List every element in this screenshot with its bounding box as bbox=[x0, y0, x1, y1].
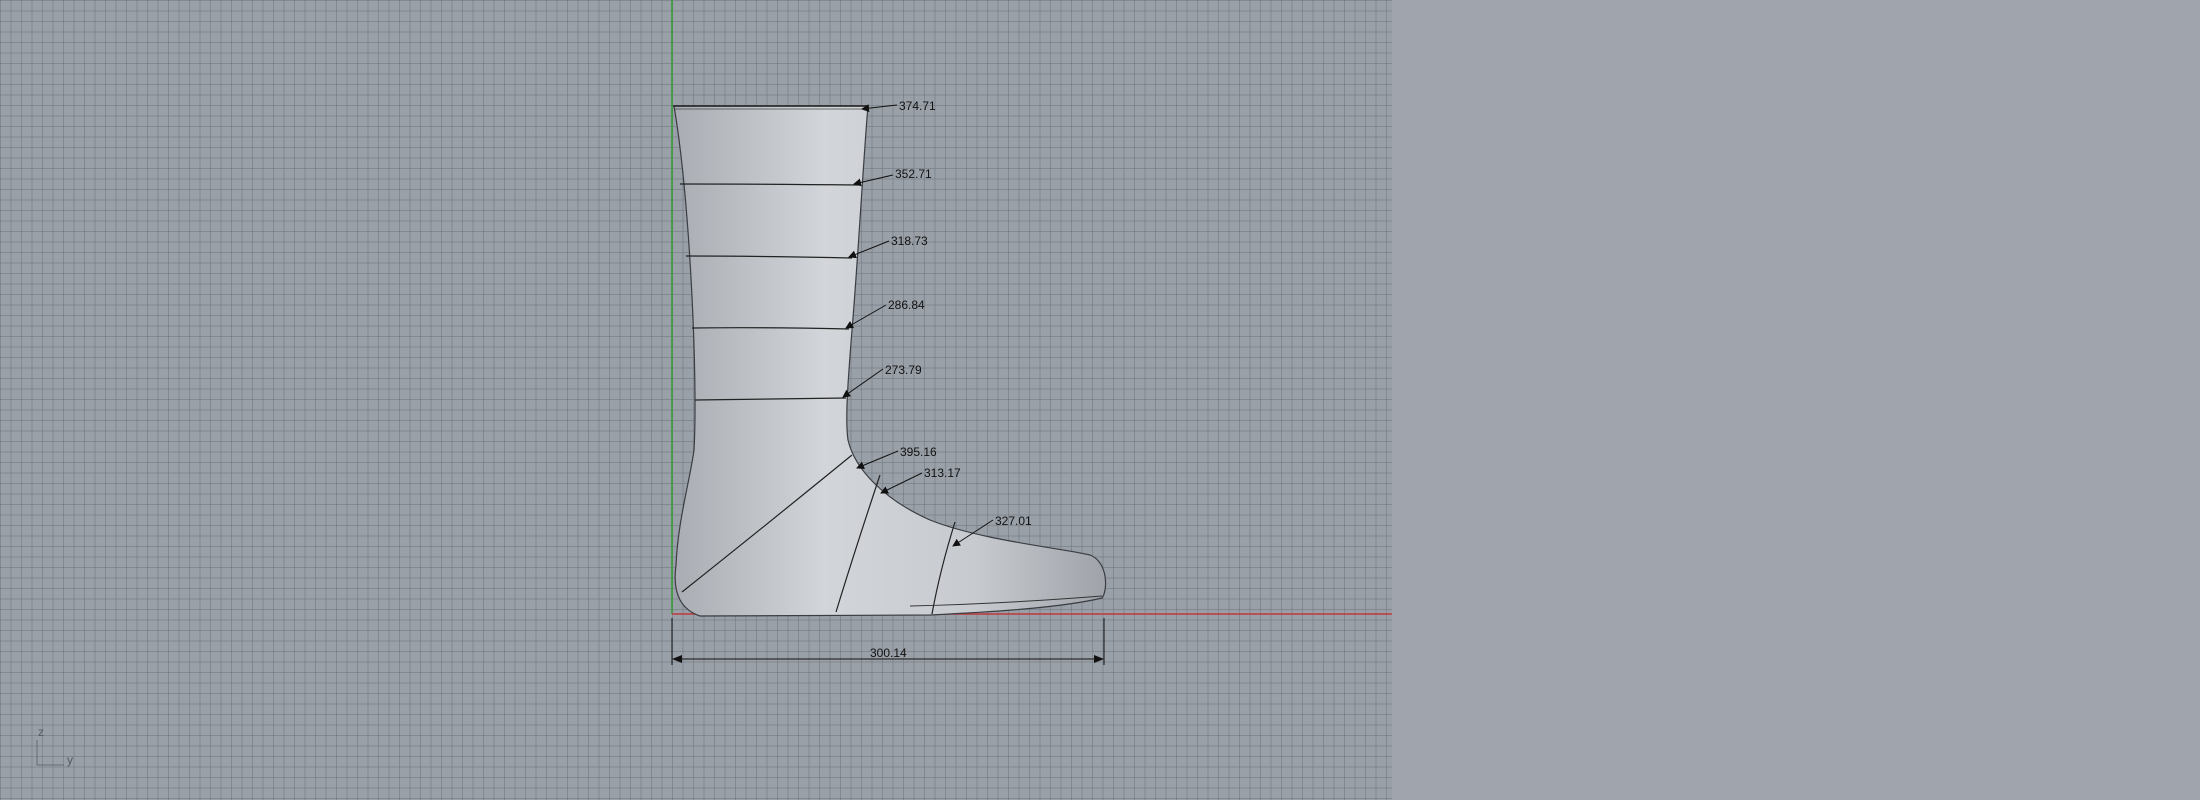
dimension-label: 352.71 bbox=[895, 167, 932, 181]
dimension-heel-diagonal[interactable]: 395.16 bbox=[856, 445, 937, 470]
axis-indicator: z y bbox=[36, 725, 73, 767]
dimension-label: 313.17 bbox=[924, 466, 961, 480]
leader-line bbox=[856, 450, 899, 470]
viewport-right[interactable]: 374.71 352.71 318.73 286.84 273.79 395.1… bbox=[0, 0, 1392, 800]
dimension-calf-mid[interactable]: 318.73 bbox=[848, 234, 928, 259]
dimension-label: 273.79 bbox=[885, 363, 922, 377]
dimension-foot-length[interactable]: 300.14 bbox=[671, 618, 1105, 665]
axis-indicator-y-label: y bbox=[67, 753, 73, 767]
dimension-label: 300.14 bbox=[870, 646, 907, 660]
dimension-top-rim[interactable]: 374.71 bbox=[861, 99, 936, 113]
dimension-ankle[interactable]: 273.79 bbox=[842, 363, 922, 398]
dimension-arrow-left bbox=[672, 655, 682, 663]
dimension-label: 327.01 bbox=[995, 514, 1032, 528]
dimension-label: 286.84 bbox=[888, 298, 925, 312]
dimension-calf-upper[interactable]: 352.71 bbox=[853, 167, 932, 187]
empty-side-panel bbox=[1392, 0, 2200, 800]
dimension-label: 318.73 bbox=[891, 234, 928, 248]
dimension-label: 374.71 bbox=[899, 99, 936, 113]
dimension-arrow-right bbox=[1094, 655, 1104, 663]
dimension-calf-lower[interactable]: 286.84 bbox=[845, 298, 925, 329]
axis-indicator-z-label: z bbox=[38, 725, 44, 739]
leader-line bbox=[880, 472, 923, 494]
dimension-label: 395.16 bbox=[900, 445, 937, 459]
dimension-instep[interactable]: 313.17 bbox=[880, 466, 961, 494]
model-canvas[interactable]: 374.71 352.71 318.73 286.84 273.79 395.1… bbox=[0, 0, 1392, 800]
boot-model[interactable] bbox=[673, 105, 1107, 617]
